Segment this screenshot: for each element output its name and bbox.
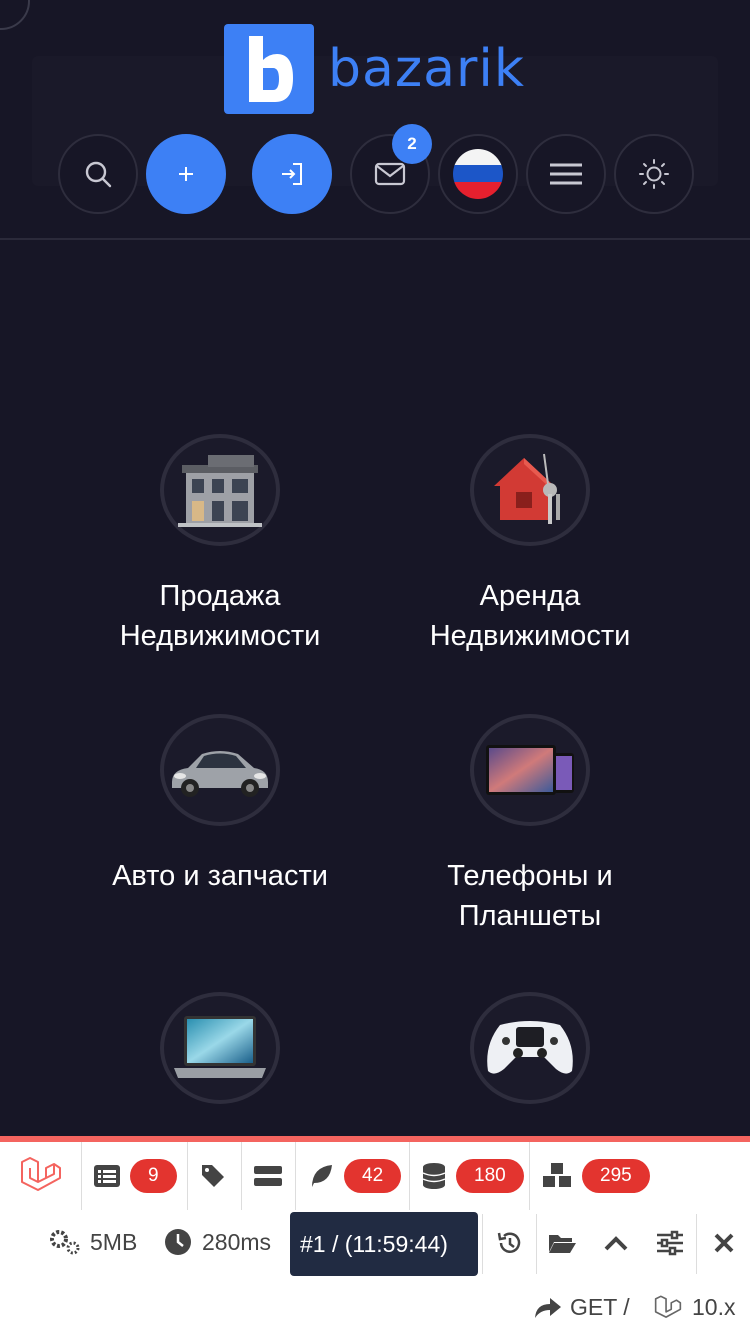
site-header: bazarik 2 [0,0,750,240]
clock-icon [165,1229,191,1255]
gamepad-image [487,1021,573,1074]
request-duration[interactable]: 280ms [164,1228,271,1256]
share-arrow-icon [535,1297,561,1318]
cubes-icon [543,1163,571,1187]
mail-icon [374,162,406,186]
theme-toggle-button[interactable] [614,134,694,214]
views-tab[interactable]: 42 [296,1142,410,1210]
category-circle [470,434,590,546]
views-count: 42 [344,1159,402,1193]
request-method: GET / [534,1294,630,1321]
category-circle [160,992,280,1104]
request-select-value: #1 / (11:59:44) [300,1230,448,1257]
close-icon [714,1233,734,1253]
laravel-icon [654,1294,682,1318]
logo[interactable]: bazarik [224,24,525,114]
settings-button[interactable] [648,1220,692,1266]
category-gaming[interactable] [370,992,690,1104]
collapse-button[interactable] [594,1220,638,1266]
category-circle [160,434,280,546]
divider [536,1214,537,1274]
tags-tab[interactable] [188,1142,242,1210]
laravel-logo-icon [21,1157,61,1191]
list-icon [94,1165,120,1187]
history-icon [497,1232,521,1253]
category-label-line2: Недвижимости [429,620,631,652]
login-icon [282,163,302,185]
version-value: 10.x [692,1294,736,1320]
tags-icon [202,1165,224,1187]
category-rent-real-estate[interactable]: Аренда Недвижимости [370,434,690,656]
house-building-image [178,455,262,527]
add-listing-button[interactable] [146,134,226,214]
server-icon [254,1166,282,1186]
category-label-line2: Планшеты [458,900,602,932]
category-cars-parts[interactable]: Авто и запчасти [60,714,380,896]
category-sale-real-estate[interactable]: Продажа Недвижимости [60,434,380,656]
category-circle [470,992,590,1104]
car-image [172,751,268,797]
search-button[interactable] [58,134,138,214]
russia-flag-icon [453,149,503,199]
memory-value: 5MB [90,1228,138,1255]
category-circle [470,714,590,826]
open-button[interactable] [540,1220,584,1266]
history-button[interactable] [488,1220,532,1266]
plus-icon [179,167,193,181]
house-key-image [494,453,560,524]
messages-count: 9 [130,1159,177,1193]
cogs-icon [50,1230,80,1255]
sliders-icon [657,1230,683,1256]
divider [482,1214,483,1274]
logo-mark-icon [224,24,314,114]
method-value: GET / [570,1294,630,1320]
duration-value: 280ms [202,1228,272,1255]
category-label-line1: Продажа [159,580,281,612]
menu-button[interactable] [526,134,606,214]
routes-tab[interactable] [242,1142,296,1210]
folder-open-icon [549,1235,576,1253]
messages-badge: 2 [392,124,432,164]
logo-text: bazarik [328,39,525,99]
category-phones-tablets[interactable]: Телефоны и Планшеты [370,714,690,936]
sun-icon [639,159,669,189]
close-button[interactable] [702,1220,746,1266]
divider [696,1214,697,1274]
memory-usage[interactable]: 5MB [48,1228,137,1256]
category-label-line1: Авто и запчасти [112,860,328,892]
category-laptops[interactable] [60,992,380,1104]
category-label-line1: Телефоны и [447,860,613,892]
queries-count: 180 [456,1159,524,1193]
category-label-line1: Аренда [479,580,581,612]
login-button[interactable] [252,134,332,214]
menu-icon [550,163,582,185]
laravel-version: 10.x [654,1294,735,1321]
models-tab[interactable]: 295 [530,1142,660,1210]
search-icon [85,161,112,188]
chevron-up-icon [604,1236,628,1251]
leaf-icon [312,1165,332,1187]
messages-tab[interactable]: 9 [82,1142,188,1210]
phone-tablet-image [486,745,574,795]
debug-bar: 9 42 180 295 5MB 280ms #1 / (11:59:44) G… [0,1136,750,1334]
category-circle [160,714,280,826]
laptop-image [174,1016,266,1078]
laravel-logo-button[interactable] [0,1142,82,1210]
database-icon [422,1163,446,1189]
language-button[interactable] [438,134,518,214]
request-select[interactable]: #1 / (11:59:44) [290,1212,478,1276]
queries-tab[interactable]: 180 [410,1142,530,1210]
models-count: 295 [582,1159,650,1193]
category-label-line2: Недвижимости [119,620,321,652]
